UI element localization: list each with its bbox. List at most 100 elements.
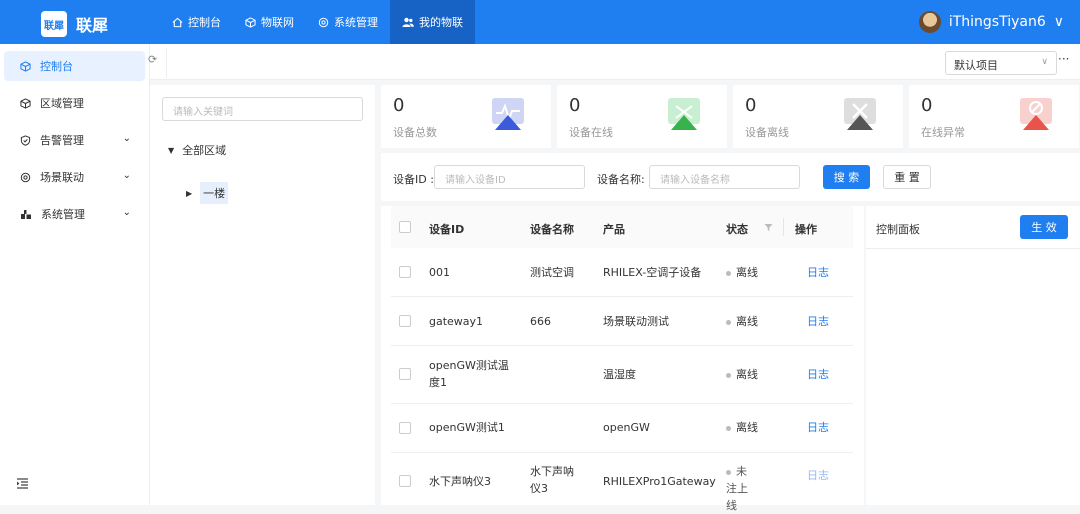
row-checkbox[interactable]: [399, 422, 411, 434]
row-checkbox[interactable]: [399, 368, 411, 380]
cube-icon: [20, 60, 31, 72]
sidebar-item-dashboard[interactable]: 控制台: [4, 51, 145, 81]
cell-id: 001: [429, 266, 450, 279]
topnav-dashboard[interactable]: 控制台: [160, 0, 233, 44]
cell-product: RHILEX-空调子设备: [603, 266, 702, 279]
column-header-id: 设备ID: [429, 223, 465, 236]
topnav-my-iot[interactable]: 我的物联: [390, 0, 475, 44]
user-group-icon: [402, 17, 414, 27]
tree-search-input[interactable]: 请输入关键词: [162, 97, 363, 121]
sidebar-item-scene[interactable]: 场景联动 ⌄: [4, 162, 145, 192]
cell-product: 场景联动测试: [603, 315, 669, 328]
topnav-label: 控制台: [188, 16, 221, 29]
tabs-bar: ⟳ 默认项目 ∨ ···: [148, 44, 1080, 80]
home-icon: [172, 17, 183, 27]
stat-card-offline: 0 设备离线: [733, 85, 903, 148]
gear-icon: [20, 172, 31, 182]
sidebar-item-system[interactable]: 系统管理 ⌄: [4, 199, 145, 229]
avatar: [918, 11, 941, 33]
log-link[interactable]: 日志: [807, 313, 829, 330]
topnav-label: 系统管理: [334, 16, 378, 29]
table-row: openGW测试温度1 温湿度 离线 日志: [391, 346, 853, 404]
chevron-down-icon: ∨: [1053, 14, 1064, 30]
project-select[interactable]: 默认项目 ∨: [945, 51, 1057, 75]
topnav-label: 我的物联: [419, 16, 463, 29]
table-row: 001 测试空调 RHILEX-空调子设备 离线 日志: [391, 248, 853, 297]
cube-icon: [245, 16, 256, 28]
app-logo[interactable]: 联犀: [41, 11, 67, 37]
chevron-down-icon: ⌄: [122, 207, 131, 218]
device-id-input[interactable]: 请输入设备ID: [434, 165, 585, 189]
tree-node-root[interactable]: ▼ 全部区域: [168, 142, 226, 158]
shield-icon: [20, 134, 31, 146]
sidebar-item-label: 告警管理: [40, 134, 84, 147]
chevron-down-icon: ∨: [1041, 57, 1048, 67]
cell-status: 离线: [726, 313, 758, 330]
cube-icon: [20, 97, 31, 109]
user-menu[interactable]: iThingsTiyan6 ∨: [918, 11, 1064, 33]
chevron-down-icon: ⌄: [122, 170, 131, 181]
log-link[interactable]: 日志: [807, 467, 829, 484]
filter-icon[interactable]: [764, 223, 773, 232]
select-all-checkbox[interactable]: [399, 221, 411, 233]
stat-value: 0: [393, 95, 405, 116]
cell-status: 离线: [726, 264, 758, 281]
caret-right-icon[interactable]: ▶: [186, 189, 192, 198]
divider: [166, 48, 167, 78]
more-icon[interactable]: ···: [1058, 52, 1069, 66]
cell-product: openGW: [603, 421, 650, 434]
reset-button[interactable]: 重 置: [883, 165, 931, 189]
sidebar-item-alarm[interactable]: 告警管理 ⌄: [4, 125, 145, 155]
caret-down-icon[interactable]: ▼: [168, 146, 174, 155]
status-text: 离线: [736, 315, 758, 328]
chevron-down-icon: ⌄: [122, 133, 131, 144]
control-panel-title: 控制面板: [876, 223, 920, 236]
topnav-system[interactable]: 系统管理: [306, 0, 390, 44]
device-online-icon: [668, 98, 700, 130]
table-row: gateway1 666 场景联动测试 离线 日志: [391, 297, 853, 346]
table-header: 设备ID 设备名称 产品 状态 操作: [391, 206, 853, 248]
column-header-product: 产品: [603, 223, 625, 236]
status-dot: [726, 425, 731, 431]
cell-product: 温湿度: [603, 368, 636, 381]
search-button[interactable]: 搜 索: [823, 165, 870, 189]
top-nav: 控制台 物联网 系统管理 我的物联: [160, 0, 475, 44]
status-text: 离线: [736, 421, 758, 434]
stat-value: 0: [569, 95, 581, 116]
tree-node-label: 全部区域: [182, 144, 227, 157]
log-link[interactable]: 日志: [807, 264, 829, 281]
sidebar: 控制台 区域管理 告警管理 ⌄ 场景联动 ⌄ 系统管理 ⌄: [0, 44, 150, 505]
cell-id: openGW测试1: [429, 421, 505, 434]
stat-label: 设备总数: [393, 126, 437, 139]
status-dot: [726, 319, 731, 325]
refresh-icon[interactable]: ⟳: [148, 53, 157, 66]
sidebar-item-area[interactable]: 区域管理: [4, 88, 145, 118]
status-dot: [726, 372, 731, 378]
log-link[interactable]: 日志: [807, 366, 829, 383]
stat-label: 在线异常: [921, 126, 965, 139]
log-link[interactable]: 日志: [807, 419, 829, 436]
device-name-input[interactable]: 请输入设备名称: [649, 165, 800, 189]
cell-name: 666: [530, 315, 551, 328]
device-table: 设备ID 设备名称 产品 状态 操作 001 测试空调 RHILEX-空调子设备…: [381, 206, 864, 512]
divider: [866, 248, 1080, 249]
row-checkbox[interactable]: [399, 315, 411, 327]
tree-node-child[interactable]: ▶ 一楼: [186, 182, 229, 204]
table-row: openGW测试1 openGW 离线 日志: [391, 404, 853, 453]
status-dot: [726, 469, 731, 475]
menu-fold-icon[interactable]: [16, 478, 29, 493]
project-select-value: 默认项目: [954, 59, 998, 72]
brand-name: 联犀: [76, 16, 109, 35]
stat-value: 0: [921, 95, 933, 116]
cell-id: 水下声呐仪3: [429, 475, 491, 488]
apply-button[interactable]: 生 效: [1020, 215, 1068, 239]
topnav-iot[interactable]: 物联网: [233, 0, 306, 44]
cell-product: RHILEXPro1Gateway: [603, 475, 716, 488]
row-checkbox[interactable]: [399, 266, 411, 278]
device-id-label: 设备ID :: [393, 173, 434, 186]
user-name: iThingsTiyan6: [948, 14, 1046, 30]
apps-icon: [21, 209, 31, 219]
row-checkbox[interactable]: [399, 475, 411, 487]
sidebar-item-label: 区域管理: [40, 97, 84, 110]
filter-bar: 设备ID : 请输入设备ID 设备名称: 请输入设备名称 搜 索 重 置: [381, 153, 1080, 201]
